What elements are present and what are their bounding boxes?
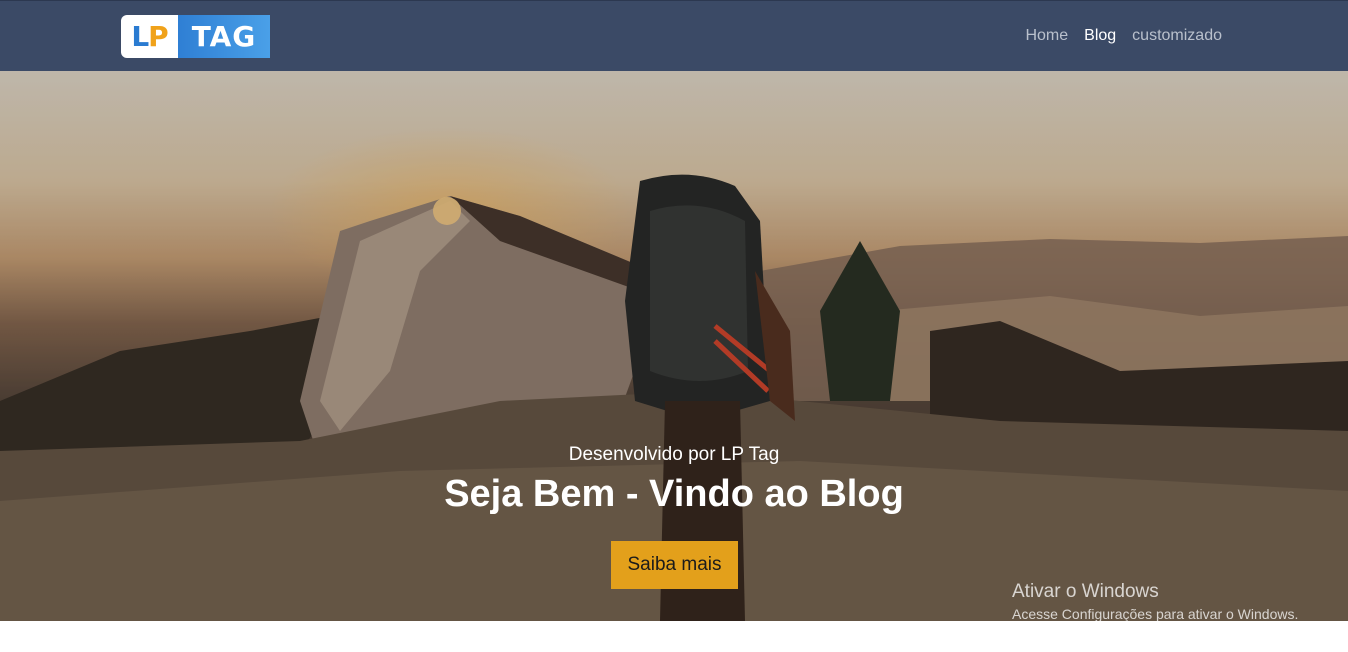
hero-title: Seja Bem - Vindo ao Blog	[444, 473, 904, 515]
logo-tag-text: TAG	[178, 15, 270, 58]
watermark-subtitle: Acesse Configurações para ativar o Windo…	[1012, 606, 1299, 621]
nav-link-home[interactable]: Home	[1025, 27, 1068, 45]
nav-link-customizado[interactable]: customizado	[1132, 27, 1222, 45]
watermark-title: Ativar o Windows	[1012, 581, 1159, 602]
saiba-mais-button[interactable]: Saiba mais	[611, 541, 738, 589]
hero-banner: Desenvolvido por LP Tag Seja Bem - Vindo…	[0, 71, 1348, 621]
main-nav: Home Blog customizado	[1025, 27, 1222, 45]
brand-logo[interactable]: LP TAG	[121, 15, 270, 58]
nav-link-blog[interactable]: Blog	[1084, 27, 1116, 45]
windows-activation-watermark: Ativar o Windows Acesse Configurações pa…	[1012, 581, 1298, 621]
hero-subtitle: Desenvolvido por LP Tag	[568, 444, 780, 465]
navbar: LP TAG Home Blog customizado	[0, 0, 1348, 71]
logo-lp-mark: LP	[121, 15, 178, 58]
hero-overlay	[0, 71, 1348, 621]
